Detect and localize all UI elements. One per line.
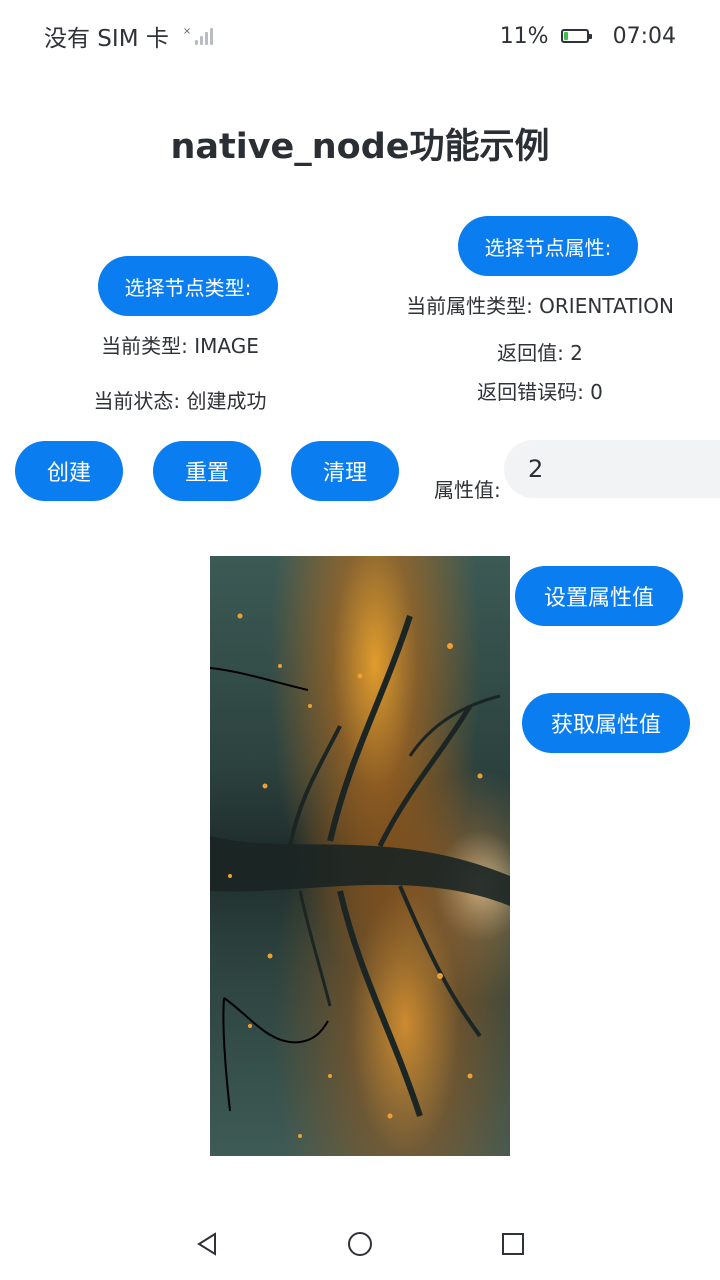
battery-icon	[560, 29, 592, 43]
image-node-drawing	[210, 613, 510, 1138]
set-attr-value-button[interactable]: 设置属性值	[515, 566, 683, 626]
create-button[interactable]: 创建	[15, 441, 123, 501]
attr-value-text: 2	[528, 455, 544, 483]
get-attr-value-button[interactable]: 获取属性值	[522, 693, 690, 753]
page-title: native_node功能示例	[170, 127, 550, 167]
back-icon[interactable]	[191, 1228, 223, 1260]
attr-value-label: 属性值:	[434, 478, 501, 502]
navigation-bar	[0, 1212, 720, 1276]
status-bar-right: 11% 07:04	[500, 20, 676, 52]
clear-button[interactable]: 清理	[291, 441, 399, 501]
carrier-text: 没有 SIM 卡	[44, 26, 169, 52]
current-attr-type-label: 当前属性类型: ORIENTATION	[406, 294, 674, 318]
battery-percent: 11%	[499, 23, 549, 49]
select-node-attribute-button[interactable]: 选择节点属性:	[458, 216, 638, 276]
image-node	[210, 556, 510, 1156]
reset-button[interactable]: 重置	[153, 441, 261, 501]
signal-icon: ×	[183, 27, 214, 45]
recents-icon[interactable]	[497, 1228, 529, 1260]
current-state-label: 当前状态: 创建成功	[93, 389, 267, 413]
return-value-label: 返回值: 2	[497, 341, 583, 365]
select-node-type-button[interactable]: 选择节点类型:	[98, 256, 278, 316]
attr-value-input[interactable]: 2	[504, 440, 720, 498]
home-icon[interactable]	[344, 1228, 376, 1260]
current-type-label: 当前类型: IMAGE	[101, 334, 259, 358]
clock: 07:04	[612, 23, 676, 49]
return-error-label: 返回错误码: 0	[477, 380, 603, 404]
status-bar-left: 没有 SIM 卡 ×	[44, 20, 214, 52]
